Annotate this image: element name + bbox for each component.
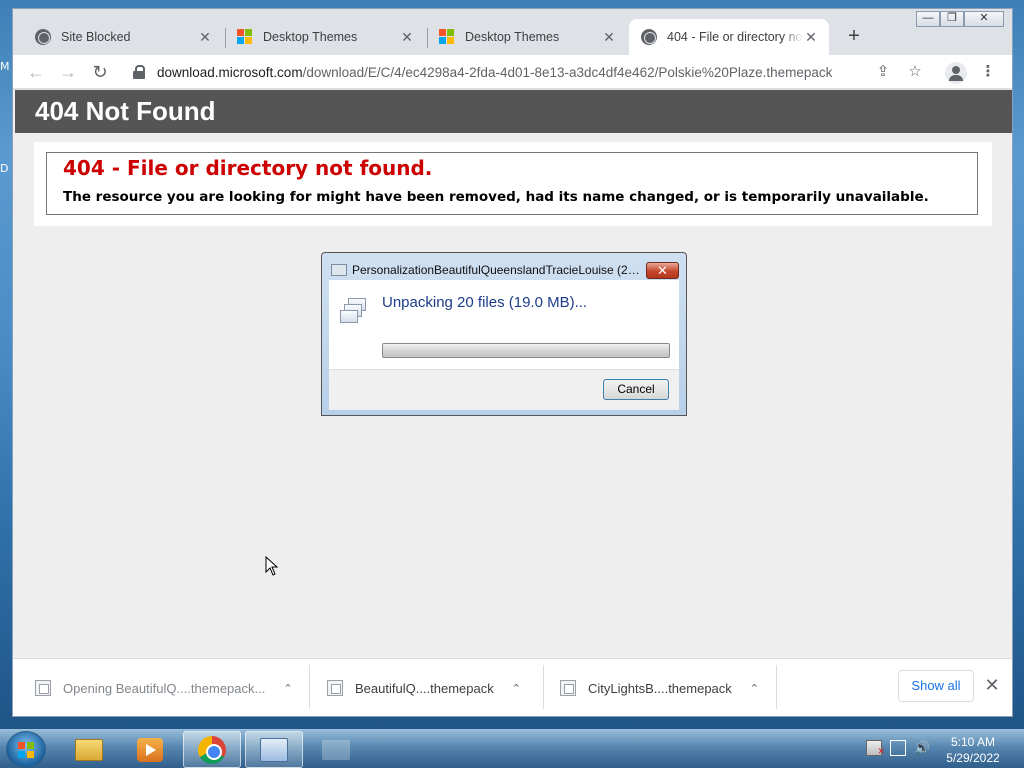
download-item[interactable]: CityLightsB....themepack ⌃: [560, 659, 759, 717]
window-thumbnail-icon: [322, 739, 350, 760]
tab-site-blocked[interactable]: Site Blocked ✕: [23, 19, 223, 55]
close-download-bar-icon[interactable]: ✕: [983, 676, 1001, 694]
back-button[interactable]: ←: [24, 61, 48, 83]
bookmark-star-icon[interactable]: ☆: [904, 61, 926, 83]
windows-explorer-button[interactable]: [60, 731, 118, 768]
download-label: Opening BeautifulQ....themepack...: [63, 680, 266, 696]
dialog-close-button[interactable]: ✕: [646, 262, 679, 279]
globe-icon: [35, 29, 51, 45]
network-icon[interactable]: [890, 740, 906, 756]
tab-desktop-themes-2[interactable]: Desktop Themes ✕: [427, 19, 627, 55]
address-bar[interactable]: download.microsoft.com/download/E/C/4/ec…: [123, 58, 913, 86]
url-path: /download/E/C/4/ec4298a4-2fda-4d01-8e13-…: [302, 64, 833, 80]
tab-title: 404 - File or directory not found.: [667, 30, 803, 44]
tab-title: Site Blocked: [61, 30, 131, 44]
download-item[interactable]: Opening BeautifulQ....themepack... ⌃: [35, 659, 293, 717]
desktop-icon-label: D: [0, 162, 9, 175]
dialog-titlebar[interactable]: PersonalizationBeautifulQueenslandTracie…: [322, 253, 686, 279]
download-separator: [309, 665, 310, 709]
download-separator: [543, 665, 544, 709]
browser-toolbar: ← → ↻ download.microsoft.com/download/E/…: [13, 55, 1012, 89]
dialog-title: PersonalizationBeautifulQueenslandTracie…: [352, 263, 640, 277]
file-icon: [560, 680, 576, 696]
chrome-icon: [198, 735, 226, 764]
download-separator: [776, 665, 777, 709]
tab-close-icon[interactable]: ✕: [601, 29, 617, 46]
new-tab-button[interactable]: +: [843, 25, 865, 47]
download-bar: Opening BeautifulQ....themepack... ⌃ Bea…: [13, 658, 1012, 716]
cancel-button[interactable]: Cancel: [603, 379, 669, 400]
reload-button[interactable]: ↻: [88, 61, 112, 83]
content-panel: 404 - File or directory not found. The r…: [34, 142, 992, 226]
window-controls: — ❐ ✕: [916, 11, 1004, 27]
chevron-up-icon[interactable]: ⌃: [512, 682, 521, 695]
download-label: CityLightsB....themepack: [588, 680, 732, 696]
tab-close-icon[interactable]: ✕: [803, 29, 819, 46]
volume-icon[interactable]: 🔊: [914, 740, 930, 756]
control-panel-taskbar-button[interactable]: [245, 731, 303, 768]
globe-icon: [641, 29, 657, 45]
lock-icon[interactable]: [133, 65, 147, 79]
window-thumbnail-button[interactable]: [307, 731, 365, 768]
control-panel-icon: [260, 737, 288, 762]
clock-date: 5/29/2022: [946, 751, 1000, 765]
forward-button[interactable]: →: [56, 61, 80, 83]
close-window-button[interactable]: ✕: [964, 11, 1004, 27]
tab-title: Desktop Themes: [263, 30, 358, 44]
file-icon: [35, 680, 51, 696]
maximize-button[interactable]: ❐: [940, 11, 964, 27]
clock-time: 5:10 AM: [950, 735, 996, 749]
unpack-progress-bar: [382, 343, 670, 358]
start-button[interactable]: [6, 731, 46, 768]
themepack-icon: [331, 264, 347, 276]
tab-close-icon[interactable]: ✕: [399, 29, 415, 46]
chevron-up-icon[interactable]: ⌃: [283, 682, 292, 695]
system-tray: 🔊: [866, 740, 930, 759]
page-header: 404 Not Found: [15, 90, 1012, 133]
desktop-icon-label: M: [0, 60, 10, 73]
media-player-icon: [137, 737, 163, 762]
chevron-up-icon[interactable]: ⌃: [750, 682, 759, 695]
menu-dots-icon[interactable]: ⋮: [977, 61, 999, 83]
error-title: 404 - File or directory not found.: [63, 156, 433, 180]
download-label: BeautifulQ....themepack: [355, 680, 494, 696]
error-message: The resource you are looking for might h…: [63, 189, 929, 205]
system-clock[interactable]: 5:10 AM 5/29/2022: [930, 734, 1016, 766]
mouse-cursor-icon: [265, 556, 279, 576]
microsoft-logo-icon: [237, 29, 253, 45]
tab-strip: Site Blocked ✕ Desktop Themes ✕ Desktop …: [13, 9, 1012, 55]
file-icon: [327, 680, 343, 696]
action-center-flag-icon[interactable]: [866, 740, 885, 759]
dialog-body: Unpacking 20 files (19.0 MB)...: [329, 280, 679, 369]
download-item[interactable]: BeautifulQ....themepack ⌃: [327, 659, 521, 717]
url-text: download.microsoft.com/download/E/C/4/ec…: [157, 65, 832, 80]
unpack-dialog: PersonalizationBeautifulQueenslandTracie…: [321, 252, 687, 416]
windows-explorer-icon: [75, 738, 103, 761]
chrome-taskbar-button[interactable]: [183, 731, 241, 768]
unpack-status: Unpacking 20 files (19.0 MB)...: [382, 294, 588, 311]
share-icon[interactable]: ⇪: [872, 61, 894, 83]
url-domain: download.microsoft.com: [157, 64, 303, 80]
tab-desktop-themes-1[interactable]: Desktop Themes ✕: [225, 19, 425, 55]
taskbar: 🔊 5:10 AM 5/29/2022: [0, 729, 1024, 768]
files-icon: [340, 298, 370, 324]
dialog-footer: Cancel: [329, 369, 679, 410]
media-player-button[interactable]: [121, 731, 179, 768]
show-all-button[interactable]: Show all: [898, 670, 974, 702]
tab-close-icon[interactable]: ✕: [197, 29, 213, 46]
error-box: 404 - File or directory not found. The r…: [46, 152, 978, 215]
profile-avatar-icon[interactable]: [945, 62, 967, 84]
minimize-button[interactable]: —: [916, 11, 940, 27]
tab-title: Desktop Themes: [465, 30, 560, 44]
microsoft-logo-icon: [439, 29, 455, 45]
tab-404-active[interactable]: 404 - File or directory not found. ✕: [629, 19, 829, 55]
